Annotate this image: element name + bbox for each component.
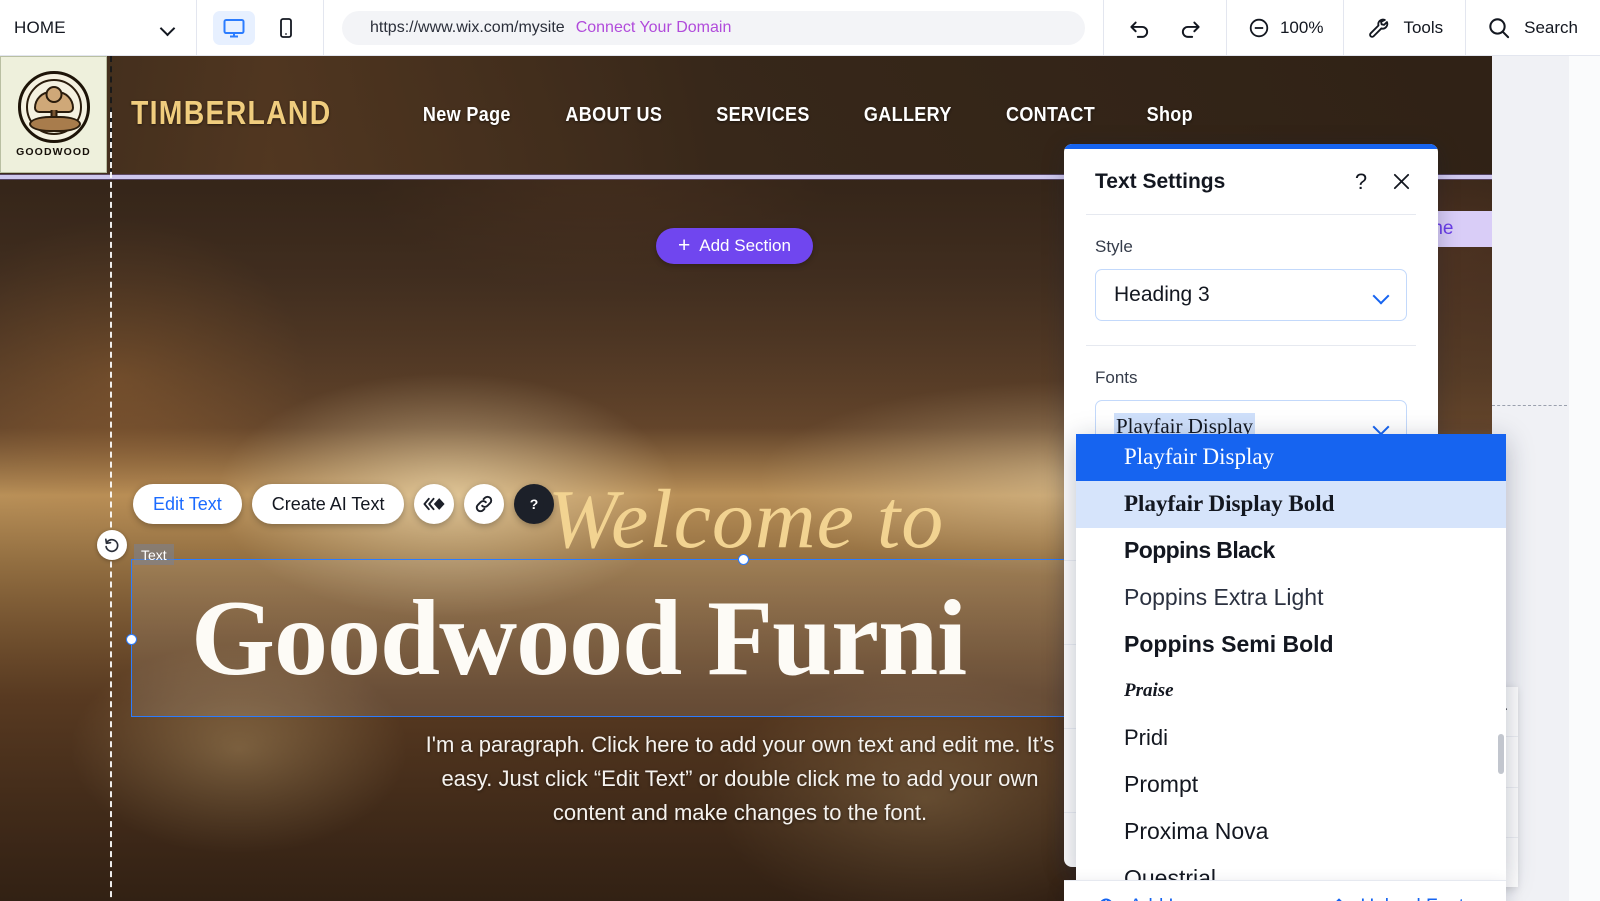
tools-label: Tools	[1403, 17, 1444, 37]
nav-item-about-us[interactable]: ABOUT US	[545, 104, 681, 127]
undo-button[interactable]	[1126, 14, 1154, 42]
tools-menu-button[interactable]: Tools	[1344, 0, 1465, 55]
font-option-praise[interactable]: Praise	[1076, 668, 1506, 715]
selection-type-label: Text	[134, 544, 174, 565]
animation-icon	[423, 497, 446, 511]
desktop-view-button[interactable]	[213, 10, 255, 45]
font-dropdown-scrollbar-thumb[interactable]	[1498, 734, 1504, 774]
search-button[interactable]: Search	[1466, 0, 1600, 55]
site-logo[interactable]: GOODWOOD	[0, 56, 107, 173]
font-dropdown-scrollbar-track[interactable]	[1496, 434, 1506, 880]
rail-guide-dash	[1492, 405, 1567, 406]
revert-arrow-icon	[105, 538, 119, 553]
font-dropdown-footer: Add Languages Upload Fonts	[1064, 880, 1506, 901]
nav-item-shop[interactable]: Shop	[1127, 104, 1213, 127]
globe-pin-icon	[1100, 897, 1113, 901]
link-button[interactable]	[464, 484, 505, 524]
font-option-poppins-extra-light[interactable]: Poppins Extra Light	[1076, 574, 1506, 621]
site-url-text: https://www.wix.com/mysite	[370, 18, 565, 36]
help-button[interactable]: ?	[514, 484, 555, 524]
element-floating-toolbar: Edit Text Create AI Text ?	[133, 484, 555, 524]
stage-scrollbar-track[interactable]	[1569, 56, 1600, 901]
upload-fonts-label: Upload Fonts	[1361, 896, 1474, 901]
style-select-value: Heading 3	[1114, 283, 1210, 306]
resize-handle-left[interactable]	[126, 634, 137, 645]
font-options: Playfair Display Playfair Display Bold P…	[1076, 434, 1506, 880]
font-option-questrial[interactable]: Questrial	[1076, 855, 1506, 880]
add-languages-label: Add Languages	[1129, 896, 1262, 901]
style-label: Style	[1095, 237, 1133, 256]
create-ai-text-button[interactable]: Create AI Text	[251, 484, 405, 524]
zoom-out-icon	[1249, 18, 1269, 37]
monitor-icon	[223, 18, 245, 37]
add-section-button[interactable]: + Add Section	[656, 228, 813, 264]
zoom-level-label: 100%	[1279, 17, 1324, 37]
editor-stage: Welcome to Goodwood Furni I'm a paragrap…	[0, 56, 1600, 901]
nav-item-contact[interactable]: CONTACT	[986, 104, 1115, 127]
font-option-poppins-semi-bold[interactable]: Poppins Semi Bold	[1076, 621, 1506, 668]
panel-title: Text Settings	[1095, 169, 1226, 193]
animation-button[interactable]	[414, 484, 455, 524]
add-section-label: Add Section	[699, 236, 791, 255]
redo-button[interactable]	[1176, 14, 1204, 42]
revert-changes-button[interactable]	[97, 530, 127, 560]
plus-icon: +	[678, 233, 691, 257]
help-circle-icon: ?	[524, 494, 545, 514]
site-brand-name[interactable]: TIMBERLAND	[131, 94, 332, 132]
upload-icon	[1335, 898, 1342, 901]
layout-guide-line	[110, 112, 112, 901]
edit-text-button[interactable]: Edit Text	[133, 484, 242, 524]
font-option-pridi[interactable]: Pridi	[1076, 715, 1506, 762]
style-select[interactable]: Heading 3	[1095, 269, 1407, 321]
font-option-playfair-display[interactable]: Playfair Display	[1076, 434, 1506, 481]
undo-redo-group	[1104, 0, 1226, 55]
chevron-down-icon	[1373, 421, 1390, 431]
font-option-playfair-display-bold[interactable]: Playfair Display Bold	[1076, 480, 1506, 528]
connect-domain-link[interactable]: Connect Your Domain	[576, 19, 732, 37]
tree-emblem-icon	[17, 71, 90, 143]
font-option-proxima-nova[interactable]: Proxima Nova	[1076, 808, 1506, 855]
url-pill[interactable]: https://www.wix.com/mysite Connect Your …	[342, 10, 1085, 45]
link-icon	[476, 495, 493, 513]
font-option-prompt[interactable]: Prompt	[1076, 762, 1506, 809]
font-dropdown-list[interactable]: Playfair Display Playfair Display Bold P…	[1076, 434, 1506, 880]
panel-close-button[interactable]	[1386, 167, 1416, 197]
redo-arrow-icon	[1181, 21, 1200, 38]
device-switcher	[197, 0, 323, 55]
close-x-icon	[1393, 173, 1409, 190]
page-selector-label: HOME	[14, 17, 66, 37]
resize-handle-bottom[interactable]	[738, 554, 749, 565]
wrench-icon	[1369, 18, 1389, 38]
hero-paragraph-text[interactable]: I'm a paragraph. Click here to add your …	[410, 728, 1070, 830]
mobile-view-button[interactable]	[265, 11, 307, 45]
upload-fonts-button[interactable]: Upload Fonts	[1328, 896, 1474, 901]
font-option-poppins-black[interactable]: Poppins Black	[1076, 528, 1506, 575]
panel-help-button[interactable]: ?	[1346, 167, 1376, 197]
page-selector[interactable]: HOME	[0, 0, 196, 55]
panel-header: Text Settings ?	[1064, 149, 1438, 214]
logo-wordmark: GOODWOOD	[16, 146, 91, 158]
element-selection-box[interactable]	[126, 554, 1070, 717]
nav-item-gallery[interactable]: GALLERY	[844, 104, 971, 127]
site-url-bar: https://www.wix.com/mysite Connect Your …	[324, 0, 1103, 55]
magnifier-icon	[1489, 17, 1510, 38]
search-label: Search	[1524, 17, 1578, 37]
fonts-label: Fonts	[1095, 368, 1138, 387]
editor-top-bar: HOME https://www.wix.com/mysite Connect …	[0, 0, 1600, 56]
chevron-down-icon	[161, 23, 176, 32]
nav-item-new-page[interactable]: New Page	[403, 104, 531, 127]
svg-text:?: ?	[530, 496, 539, 512]
undo-arrow-icon	[1130, 21, 1149, 38]
nav-item-services[interactable]: SERVICES	[697, 104, 830, 127]
add-languages-button[interactable]: Add Languages	[1096, 896, 1263, 901]
chevron-down-icon	[1373, 290, 1390, 300]
phone-icon	[280, 17, 292, 38]
style-section: Style Heading 3	[1064, 215, 1438, 345]
zoom-control[interactable]: 100%	[1227, 0, 1343, 55]
